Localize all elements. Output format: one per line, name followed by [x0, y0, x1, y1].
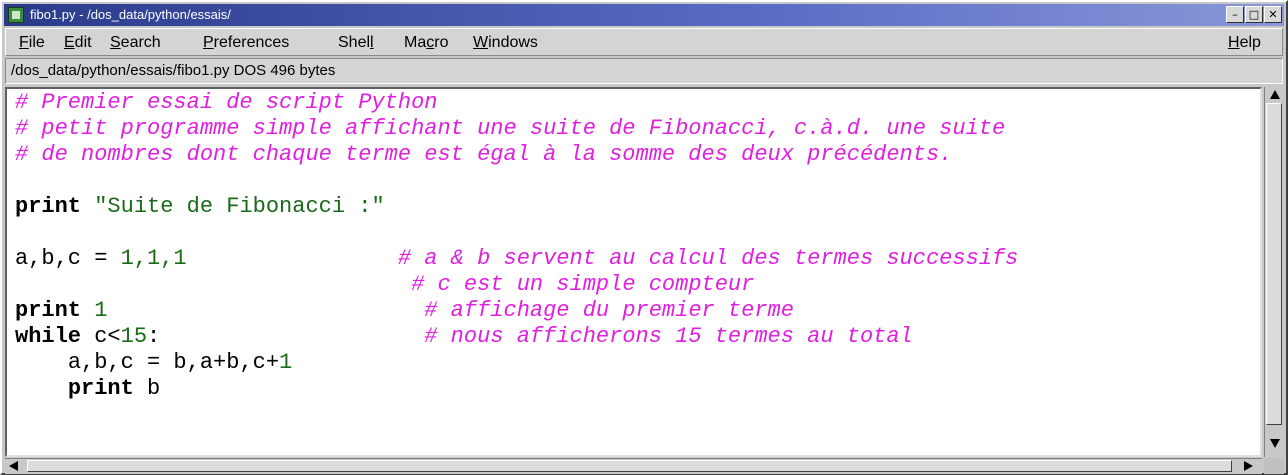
code-line: a,b,c = b,a+b,c+1 — [15, 350, 292, 376]
menu-search[interactable]: Search — [110, 34, 161, 52]
menu-help-mnemonic: H — [1228, 34, 1240, 51]
menu-preferences[interactable]: Preferences — [203, 34, 289, 52]
menu-windows-label: indows — [488, 34, 538, 51]
code-keyword: while — [15, 324, 82, 349]
scroll-left-icon[interactable] — [9, 461, 18, 471]
code-padding — [160, 324, 424, 349]
code-number: 15 — [120, 324, 148, 349]
code-line: while c<15: # nous afficherons 15 termes… — [15, 324, 913, 350]
scrollbar-corner — [1264, 458, 1284, 474]
code-keyword: print — [67, 376, 134, 401]
code-comment: # petit programme simple affichant une s… — [15, 116, 1006, 141]
scroll-up-icon[interactable] — [1270, 90, 1280, 99]
code-line: # petit programme simple affichant une s… — [15, 116, 1005, 142]
menu-shell-mnemonic: l — [370, 34, 374, 51]
file-path-text: /dos_data/python/essais/fibo1.py DOS 496… — [11, 62, 336, 79]
menu-edit-label: dit — [74, 34, 92, 51]
horizontal-scrollbar[interactable] — [5, 458, 1262, 474]
code-keyword: print — [15, 298, 82, 323]
code-text: a,b,c = b,a+b,c+ — [67, 350, 280, 375]
code-line: print 1 # affichage du premier terme — [15, 298, 794, 324]
menu-file-mnemonic: F — [19, 34, 29, 51]
code-string: "Suite de Fibonacci :" — [94, 194, 385, 219]
menu-macro-label-end: ro — [434, 34, 449, 51]
code-text: c< — [81, 324, 121, 349]
code-keyword: print — [15, 194, 82, 219]
menu-help-label: elp — [1239, 34, 1261, 51]
menu-shell-label: Shel — [338, 34, 371, 51]
code-line: # de nombres dont chaque terme est égal … — [15, 142, 952, 168]
window-title: fibo1.py - /dos_data/python/essais/ — [30, 7, 231, 22]
menu-search-mnemonic: S — [110, 34, 121, 51]
code-comment: # de nombres dont chaque terme est égal … — [15, 142, 953, 167]
close-button[interactable]: ✕ — [1264, 6, 1282, 23]
scroll-down-icon[interactable] — [1270, 439, 1280, 448]
code-text: a,b,c = — [15, 246, 121, 271]
menu-preferences-label: references — [213, 34, 290, 51]
menu-shell[interactable]: Shell — [338, 34, 374, 52]
menu-search-label: earch — [120, 34, 161, 51]
minimize-button[interactable]: – — [1226, 6, 1244, 23]
code-comment: # c est un simple compteur — [411, 272, 755, 297]
file-path-bar: /dos_data/python/essais/fibo1.py DOS 496… — [5, 58, 1283, 84]
scroll-right-icon[interactable] — [1244, 461, 1253, 471]
minimize-icon: – — [1232, 8, 1238, 21]
menu-bar: File Edit Search Preferences Shell Macro… — [5, 28, 1283, 56]
code-comment: # affichage du premier terme — [424, 298, 794, 323]
app-icon[interactable] — [8, 7, 24, 23]
code-comment: # nous afficherons 15 termes au total — [424, 324, 913, 349]
menu-edit[interactable]: Edit — [64, 34, 92, 52]
menu-windows-mnemonic: W — [473, 34, 489, 51]
title-bar[interactable]: fibo1.py - /dos_data/python/essais/ – □ … — [4, 4, 1284, 26]
code-text: : — [147, 324, 161, 349]
code-padding — [187, 246, 398, 271]
maximize-button[interactable]: □ — [1245, 6, 1263, 23]
vertical-scrollbar[interactable] — [1264, 87, 1284, 457]
code-line: # Premier essai de script Python — [15, 90, 437, 116]
menu-windows[interactable]: Windows — [473, 34, 538, 52]
menu-edit-mnemonic: E — [64, 34, 75, 51]
menu-macro-label: Ma — [404, 34, 427, 51]
code-line: print "Suite de Fibonacci :" — [15, 194, 385, 220]
code-number: 1 — [279, 350, 293, 375]
code-line: # c est un simple compteur — [15, 272, 754, 298]
menu-preferences-mnemonic: P — [203, 34, 214, 51]
editor-window: fibo1.py - /dos_data/python/essais/ – □ … — [0, 0, 1288, 475]
code-text: b — [133, 376, 161, 401]
code-number: 1 — [94, 298, 108, 323]
code-padding — [107, 298, 424, 323]
menu-help[interactable]: Help — [1228, 34, 1261, 52]
code-comment: # a & b servent au calcul des termes suc… — [397, 246, 1019, 271]
menu-file[interactable]: File — [19, 34, 45, 52]
code-line: print b — [15, 376, 160, 402]
code-line: a,b,c = 1,1,1 # a & b servent au calcul … — [15, 246, 1018, 272]
horizontal-scroll-thumb[interactable] — [27, 460, 1232, 472]
code-editor[interactable]: # Premier essai de script Python # petit… — [5, 87, 1262, 457]
code-padding — [15, 272, 411, 297]
code-number: 1,1,1 — [120, 246, 187, 271]
close-icon: ✕ — [1268, 8, 1278, 21]
maximize-icon: □ — [1248, 8, 1260, 21]
code-comment: # Premier essai de script Python — [15, 90, 438, 115]
menu-file-label: ile — [28, 34, 45, 51]
vertical-scroll-thumb[interactable] — [1266, 103, 1282, 425]
menu-macro[interactable]: Macro — [404, 34, 448, 52]
